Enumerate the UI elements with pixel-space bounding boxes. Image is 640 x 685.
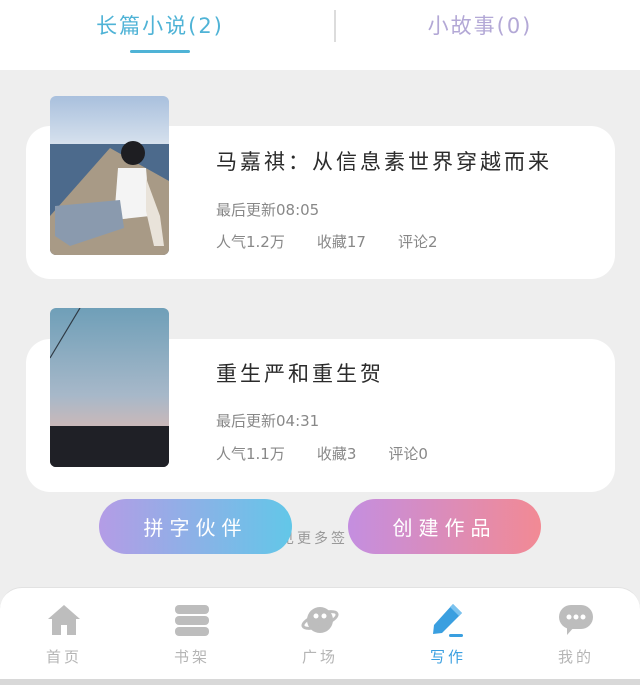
create-work-button[interactable]: 创建作品 — [348, 499, 541, 554]
novel-stats: 人气1.1万 收藏3 评论0 — [216, 443, 428, 464]
last-updated: 最后更新08:05 — [216, 201, 320, 219]
novel-cover-image[interactable] — [50, 96, 169, 255]
novel-cover-image[interactable] — [50, 308, 169, 467]
tab-short-stories[interactable]: 小故事(0) — [320, 0, 640, 70]
chat-bubble-icon — [556, 600, 596, 640]
nav-item-plaza[interactable]: 广场 — [256, 600, 384, 675]
nav-item-write[interactable]: 写作 — [384, 600, 512, 675]
tab-long-novels-label: 长篇小说(2) — [96, 14, 224, 38]
pen-icon — [428, 600, 468, 640]
planet-icon — [300, 600, 340, 640]
partner-button[interactable]: 拼字伙伴 — [99, 499, 292, 554]
tab-bar: 长篇小说(2) 小故事(0) — [0, 0, 640, 70]
nav-item-me[interactable]: 我的 — [512, 600, 640, 675]
favorites-count: 收藏3 — [316, 445, 357, 463]
bottom-nav: 首页 书架 广场 写作 我的 — [0, 600, 640, 675]
last-updated: 最后更新04:31 — [216, 412, 320, 430]
nav-item-home[interactable]: 首页 — [0, 600, 128, 675]
nav-label-write: 写作 — [429, 648, 466, 666]
comments-count: 评论2 — [397, 233, 438, 251]
comments-count: 评论0 — [388, 445, 428, 463]
nav-label-bookshelf: 书架 — [173, 648, 210, 666]
tab-short-stories-label: 小故事(0) — [427, 14, 533, 38]
active-tab-underline — [130, 50, 190, 53]
favorites-count: 收藏17 — [316, 233, 366, 251]
novel-title[interactable]: 重生严和重生贺 — [216, 358, 384, 388]
tab-divider — [334, 10, 336, 42]
bookshelf-icon — [172, 600, 212, 640]
novel-title[interactable]: 马嘉祺：从信息素世界穿越而来 — [216, 146, 552, 176]
novel-stats: 人气1.2万 收藏17 评论2 — [216, 231, 438, 252]
nav-label-home: 首页 — [45, 648, 82, 666]
popularity-count: 人气1.2万 — [216, 233, 285, 251]
nav-label-plaza: 广场 — [301, 648, 338, 666]
tab-long-novels[interactable]: 长篇小说(2) — [0, 0, 320, 70]
nav-label-me: 我的 — [557, 648, 594, 666]
popularity-count: 人气1.1万 — [216, 445, 285, 463]
home-icon — [44, 600, 84, 640]
home-indicator-bar — [0, 679, 640, 685]
nav-item-bookshelf[interactable]: 书架 — [128, 600, 256, 675]
